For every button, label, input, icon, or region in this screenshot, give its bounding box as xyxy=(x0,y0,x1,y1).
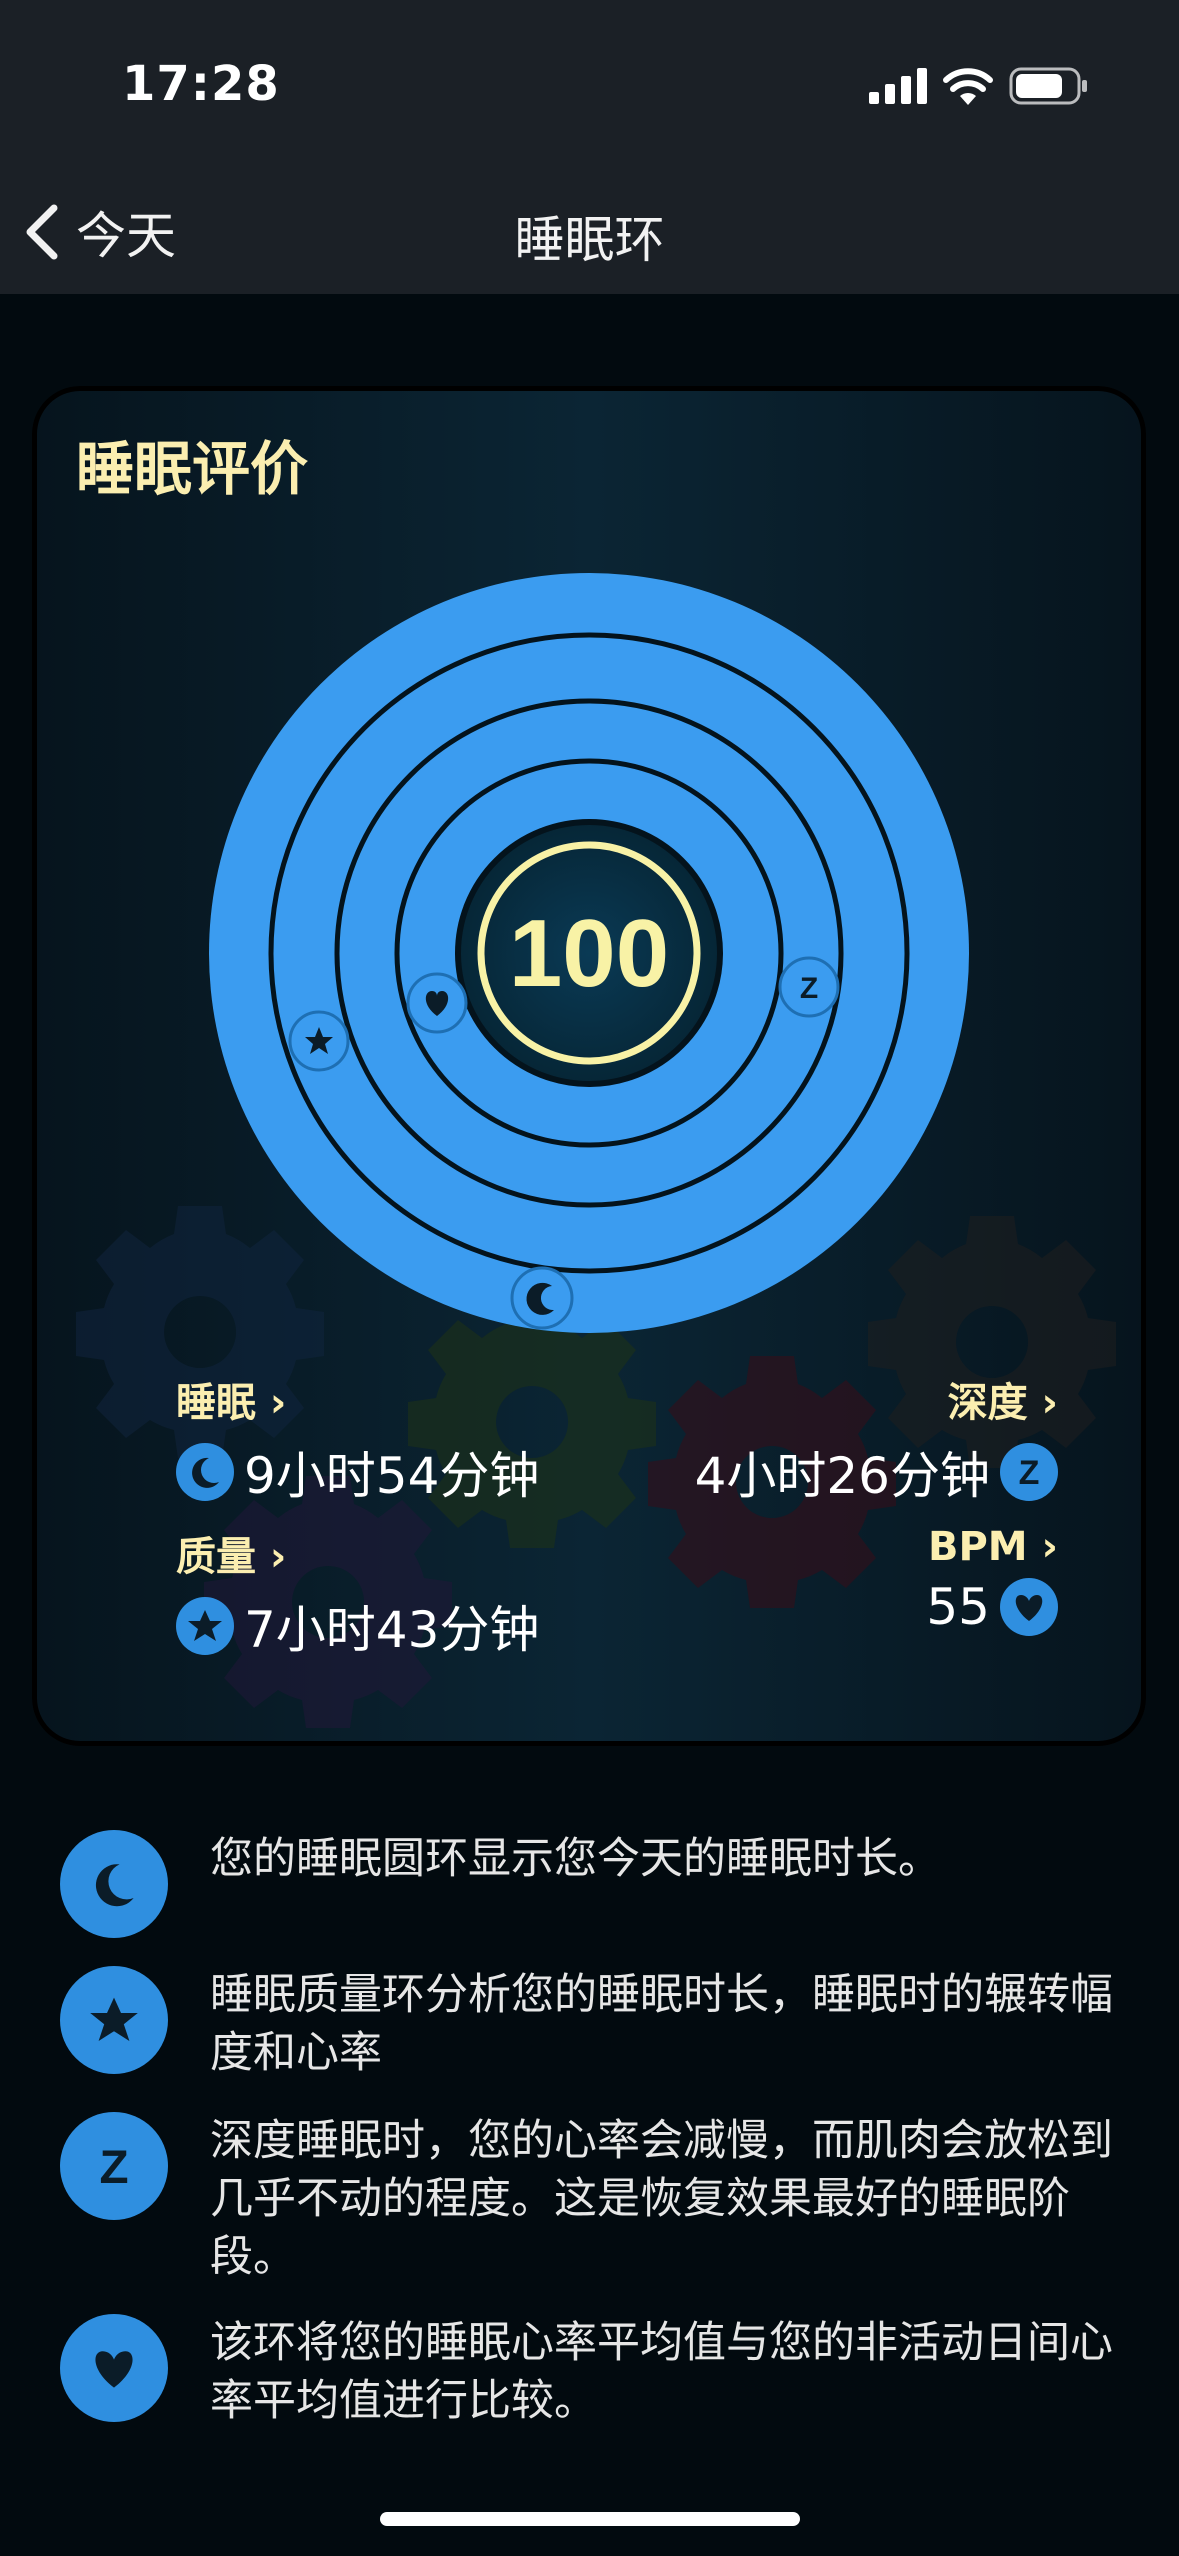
star-icon xyxy=(176,1597,234,1655)
status-bar: 17:28 xyxy=(0,0,1179,170)
battery-icon xyxy=(1009,67,1087,105)
metric-depth[interactable]: 深度 › 4小时26分钟 Z xyxy=(695,1370,1058,1508)
metric-quality-label[interactable]: 质量 › xyxy=(176,1524,539,1582)
svg-text:Z: Z xyxy=(1019,1454,1040,1492)
metric-sleep[interactable]: 睡眠 › 9小时54分钟 xyxy=(176,1370,539,1508)
page-title: 睡眠环 xyxy=(514,211,665,269)
metric-bpm-label[interactable]: BPM › xyxy=(928,1524,1058,1570)
status-time: 17:28 xyxy=(122,56,280,112)
metric-sleep-value: 9小时54分钟 xyxy=(244,1447,540,1505)
star-icon xyxy=(60,1966,168,2074)
sleep-score: 100 xyxy=(509,900,669,1007)
heart-icon xyxy=(60,2314,168,2422)
z-icon: Z xyxy=(1000,1443,1058,1501)
cellular-signal-icon xyxy=(869,68,927,104)
metric-depth-label[interactable]: 深度 › xyxy=(948,1370,1058,1428)
metric-bpm-value: 55 xyxy=(926,1578,990,1636)
legend-text: 您的睡眠圆环显示您今天的睡眠时长。 xyxy=(210,1834,941,1884)
card-title: 睡眠评价 xyxy=(76,435,309,503)
legend-text: 该环将您的睡眠心率平均值与您的非活动日间心率平均值进行比较。 xyxy=(210,2318,1113,2426)
ring-marker-star xyxy=(288,1010,350,1072)
heart-icon xyxy=(1000,1578,1058,1636)
svg-text:Z: Z xyxy=(800,972,818,1005)
ring-marker-moon xyxy=(510,1266,574,1330)
metric-bpm[interactable]: BPM › 55 xyxy=(926,1524,1058,1636)
svg-text:Z: Z xyxy=(99,2141,128,2194)
nav-bar: 今天 睡眠环 xyxy=(0,170,1179,294)
ring-marker-heart xyxy=(406,972,468,1034)
wifi-icon xyxy=(943,68,993,105)
moon-icon xyxy=(176,1443,234,1501)
ring-marker-z: Z xyxy=(778,956,840,1018)
legend-text: 睡眠质量环分析您的睡眠时长，睡眠时的辗转幅度和心率 xyxy=(210,1970,1113,2078)
home-indicator[interactable] xyxy=(380,2512,800,2526)
sleep-evaluation-card: Z 100 睡眠评价 睡眠 › 9小时54分钟 深度 › 4小时26分钟 Z 质… xyxy=(32,386,1146,1746)
metric-quality[interactable]: 质量 › 7小时43分钟 xyxy=(176,1524,539,1662)
metric-depth-value: 4小时26分钟 xyxy=(694,1447,990,1505)
legend-text: 深度睡眠时，您的心率会减慢，而肌肉会放松到几乎不动的程度。这是恢复效果最好的睡眠… xyxy=(210,2116,1113,2282)
status-icons xyxy=(869,64,1089,108)
moon-icon xyxy=(60,1830,168,1938)
metric-sleep-label[interactable]: 睡眠 › xyxy=(176,1370,539,1428)
metric-quality-value: 7小时43分钟 xyxy=(244,1601,540,1659)
z-icon: Z xyxy=(60,2112,168,2220)
